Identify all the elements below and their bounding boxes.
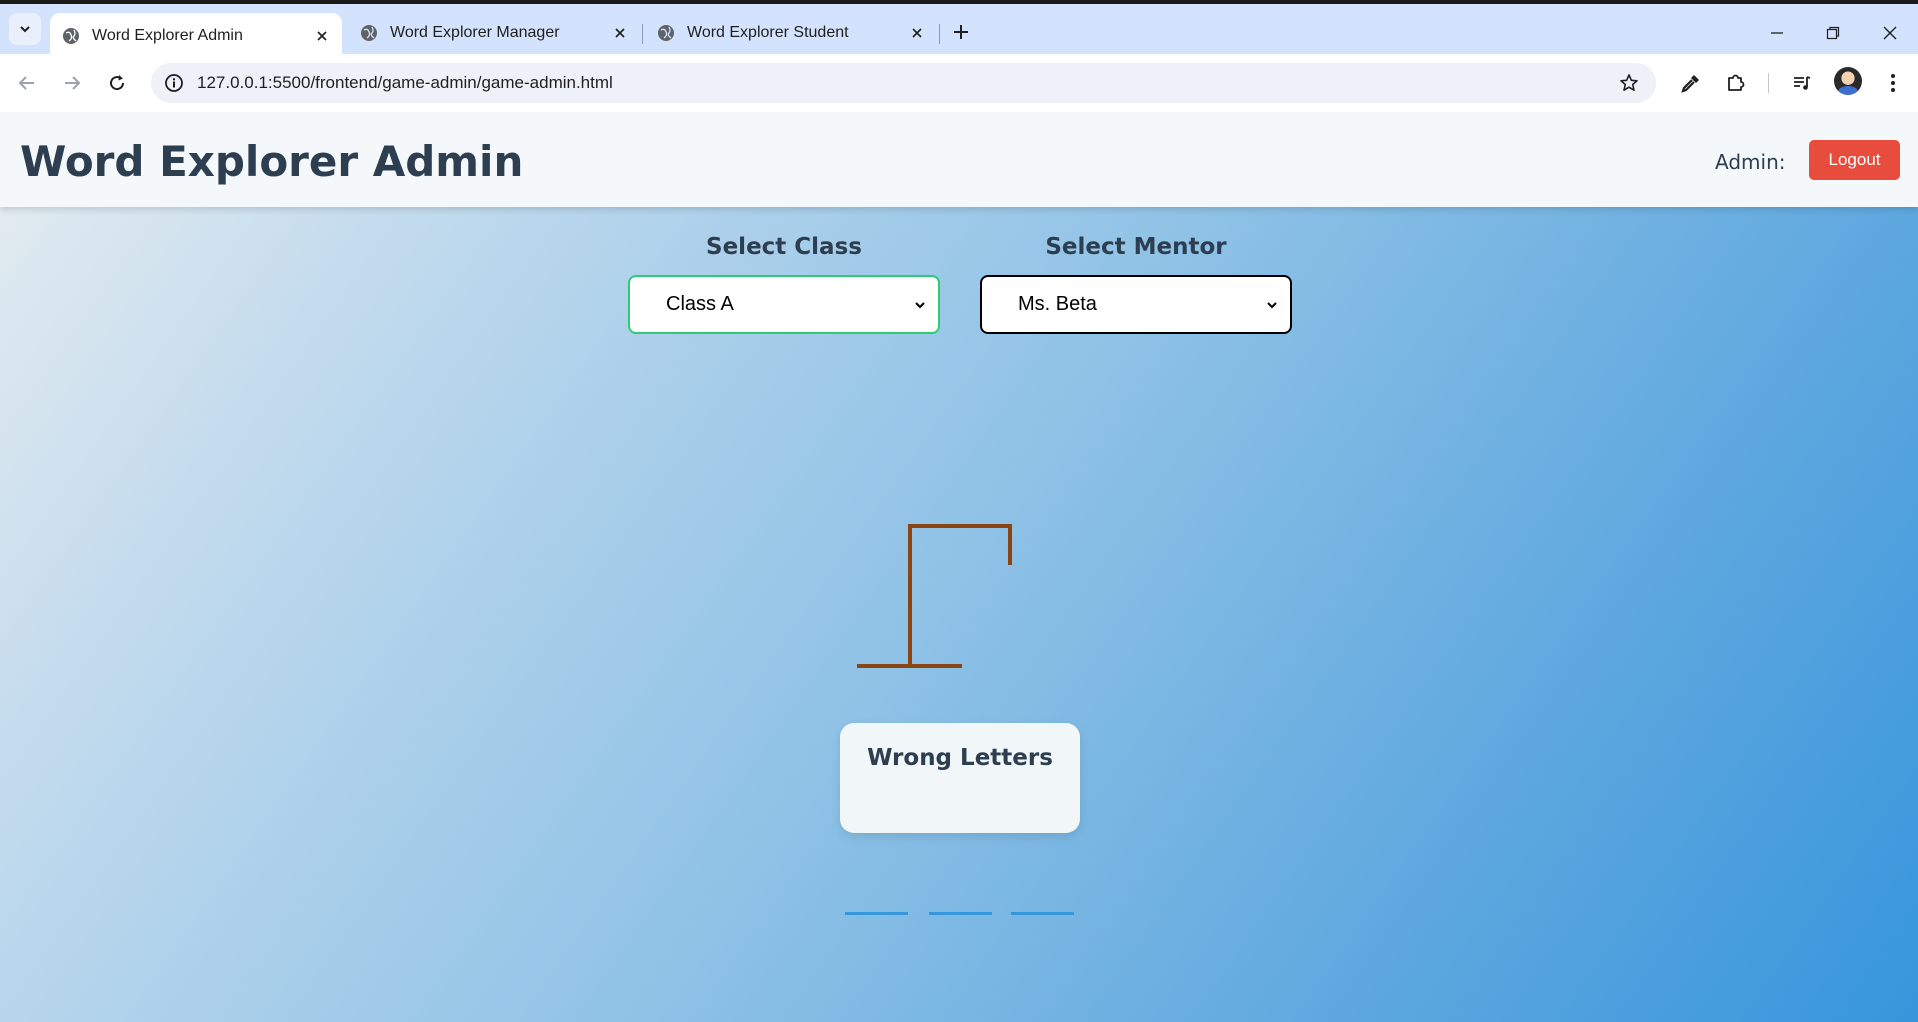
- class-selector-group: Select Class Class A: [628, 229, 940, 334]
- globe-icon: [658, 25, 674, 41]
- site-info-icon[interactable]: [163, 72, 185, 94]
- minimize-icon: [1771, 32, 1783, 34]
- select-class-label: Select Class: [706, 234, 862, 260]
- admin-label: Admin:: [1715, 150, 1786, 174]
- mentor-select-value: Ms. Beta: [1018, 293, 1097, 315]
- tab-separator: [939, 24, 940, 44]
- reload-icon: [110, 75, 125, 91]
- profile-avatar[interactable]: [1834, 67, 1862, 95]
- close-icon: [1883, 26, 1897, 40]
- letter-blank: [929, 912, 992, 915]
- chevron-down-icon: [20, 26, 30, 33]
- more-menu-icon[interactable]: [1877, 67, 1909, 99]
- tab-word-explorer-manager[interactable]: Word Explorer Manager: [348, 12, 640, 54]
- logout-button[interactable]: Logout: [1809, 140, 1900, 180]
- browser-toolbar: 127.0.0.1:5500/frontend/game-admin/game-…: [0, 54, 1918, 112]
- tab-search-button[interactable]: [9, 13, 41, 45]
- close-icon[interactable]: [608, 21, 632, 45]
- chevron-down-icon: [1267, 302, 1277, 309]
- tab-word-explorer-student[interactable]: Word Explorer Student: [645, 12, 937, 54]
- eyedropper-extension-icon[interactable]: [1675, 67, 1707, 99]
- letter-blank: [1011, 912, 1074, 915]
- letter-blank: [845, 912, 908, 915]
- class-select-value: Class A: [666, 293, 734, 315]
- minimize-button[interactable]: [1760, 16, 1794, 50]
- tab-title: Word Explorer Student: [687, 24, 849, 41]
- tab-title: Word Explorer Manager: [390, 24, 560, 41]
- back-button[interactable]: [10, 66, 44, 100]
- arrow-right-icon: [65, 76, 81, 90]
- wrong-letters-title: Wrong Letters: [867, 745, 1053, 771]
- mentor-select[interactable]: Ms. Beta: [980, 275, 1292, 334]
- bookmark-star-icon[interactable]: [1614, 68, 1644, 98]
- page-content: Word Explorer Admin Admin: Logout Select…: [0, 112, 1918, 1022]
- tab-separator: [642, 24, 643, 44]
- restore-button[interactable]: [1816, 16, 1850, 50]
- close-window-button[interactable]: [1873, 16, 1907, 50]
- globe-icon: [63, 27, 79, 44]
- url-text[interactable]: 127.0.0.1:5500/frontend/game-admin/game-…: [197, 73, 1614, 93]
- tab-title: Word Explorer Admin: [92, 26, 243, 44]
- reload-button[interactable]: [100, 66, 134, 100]
- page-title: Word Explorer Admin: [20, 137, 524, 186]
- tab-strip: Word Explorer Admin Word Explorer Manage…: [0, 4, 1918, 58]
- tab-word-explorer-admin[interactable]: Word Explorer Admin: [50, 13, 342, 58]
- mentor-selector-group: Select Mentor Ms. Beta: [980, 229, 1292, 334]
- app-header: Word Explorer Admin Admin: Logout: [0, 112, 1918, 207]
- forward-button[interactable]: [55, 66, 89, 100]
- chevron-down-icon: [915, 302, 925, 309]
- arrow-left-icon: [18, 76, 34, 90]
- select-mentor-label: Select Mentor: [1045, 234, 1227, 260]
- puzzle-extensions-icon[interactable]: [1720, 67, 1752, 99]
- restore-icon: [1826, 26, 1840, 40]
- media-controls-icon[interactable]: [1786, 67, 1818, 99]
- hangman-gallows: [857, 524, 1012, 668]
- class-select[interactable]: Class A: [628, 275, 940, 334]
- globe-icon: [361, 25, 377, 41]
- new-tab-button[interactable]: [947, 18, 975, 46]
- toolbar-separator: [1768, 73, 1769, 93]
- word-blanks: [845, 912, 1075, 918]
- plus-icon: [954, 25, 968, 39]
- close-icon[interactable]: [905, 21, 929, 45]
- wrong-letters-card: Wrong Letters: [840, 723, 1080, 833]
- close-icon[interactable]: [310, 24, 334, 48]
- address-bar[interactable]: 127.0.0.1:5500/frontend/game-admin/game-…: [151, 63, 1656, 103]
